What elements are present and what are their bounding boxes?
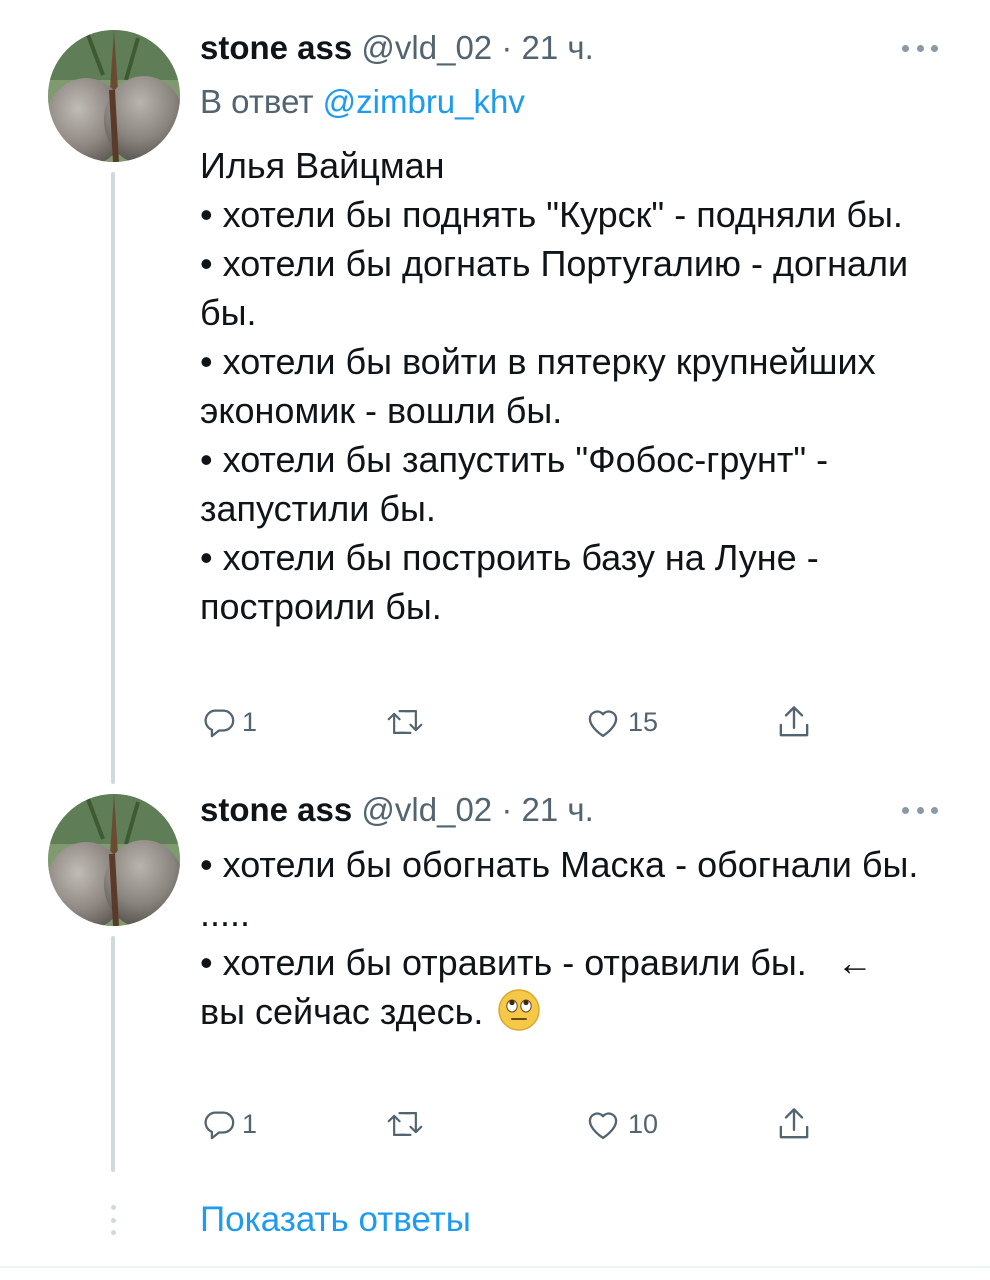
heart-icon <box>588 710 618 738</box>
avatar-rocks-image <box>48 794 180 926</box>
tweet-line: • хотели бы запустить "Фобос-грунт" - за… <box>200 439 829 529</box>
tweet-line: • хотели бы догнать Португалию - догнали… <box>200 243 909 333</box>
avatar[interactable] <box>48 794 180 926</box>
tweet-text: Илья Вайцман • хотели бы поднять "Курск"… <box>200 141 960 631</box>
face-with-rolling-eyes-icon <box>498 989 541 1031</box>
tweet-line: • хотели бы поднять "Курск" - подняли бы… <box>200 194 903 235</box>
author-name[interactable]: stone ass <box>200 791 352 828</box>
tweet-line: • хотели бы войти в пятерку крупнейших э… <box>200 341 876 431</box>
author-handle[interactable]: @vld_02 <box>361 29 492 66</box>
avatar[interactable] <box>48 30 180 162</box>
retweet-icon <box>387 1112 423 1136</box>
reply-to-line: В ответ @zimbru_khv <box>200 80 525 124</box>
tweet-time[interactable]: 21 ч. <box>522 791 594 828</box>
thread-line <box>111 172 115 784</box>
tweet-line: вы сейчас здесь. <box>200 987 960 1036</box>
tweet-line: Илья Вайцман <box>200 145 445 186</box>
share-icon <box>779 1108 809 1139</box>
reply-count: 1 <box>242 706 258 737</box>
more-options-icon[interactable] <box>902 41 938 55</box>
thread-line <box>111 936 115 1172</box>
like-button[interactable]: 15 <box>584 700 658 744</box>
heart-icon <box>588 1112 618 1140</box>
reply-count: 1 <box>242 1108 258 1139</box>
thread-continuation-dots <box>109 1205 117 1235</box>
reply-button[interactable]: 1 <box>202 700 257 744</box>
like-button[interactable]: 10 <box>584 1102 658 1146</box>
tweet-actions: 1 10 <box>200 1102 840 1146</box>
share-icon <box>779 706 809 737</box>
tweet-actions: 1 15 <box>200 700 840 744</box>
author-handle[interactable]: @vld_02 <box>361 791 492 828</box>
tweet-header: stone ass @vld_02 · 21 ч. <box>200 28 594 68</box>
reply-icon <box>204 709 235 738</box>
retweet-button[interactable] <box>386 700 424 744</box>
like-count: 15 <box>628 706 659 737</box>
tweet-header: stone ass @vld_02 · 21 ч. <box>200 790 594 830</box>
meta-separator: · <box>501 791 513 828</box>
like-count: 10 <box>628 1108 659 1139</box>
reply-icon <box>204 1111 235 1140</box>
tweet-text: • хотели бы обогнать Маска - обогнали бы… <box>200 840 960 1036</box>
tweet-line: • хотели бы обогнать Маска - обогнали бы… <box>200 844 919 885</box>
retweet-button[interactable] <box>386 1102 424 1146</box>
avatar-rocks-image <box>48 30 180 162</box>
share-button[interactable] <box>776 1102 812 1146</box>
meta-separator: · <box>501 29 513 66</box>
reply-to-prefix: В ответ <box>200 83 314 120</box>
reply-button[interactable]: 1 <box>202 1102 257 1146</box>
more-options-icon[interactable] <box>902 803 938 817</box>
tweet-time[interactable]: 21 ч. <box>522 29 594 66</box>
tweet-line: • хотели бы построить базу на Луне - пос… <box>200 537 819 627</box>
show-replies-link[interactable]: Показать ответы <box>200 1196 471 1244</box>
reply-to-mention[interactable]: @zimbru_khv <box>323 83 525 120</box>
retweet-icon <box>387 710 423 734</box>
divider <box>0 1266 990 1268</box>
share-button[interactable] <box>776 700 812 744</box>
tweet-line: ..... <box>200 893 251 934</box>
author-name[interactable]: stone ass <box>200 29 352 66</box>
tweet-line: • хотели бы отравить - отравили бы. ← <box>200 942 873 983</box>
tweet-line-text: вы сейчас здесь. <box>200 991 484 1032</box>
